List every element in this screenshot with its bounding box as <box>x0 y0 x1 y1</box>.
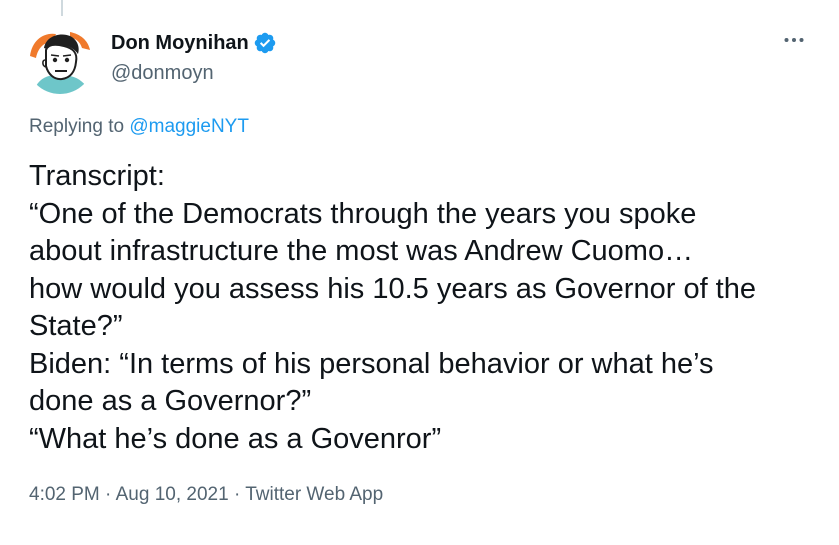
more-horizontal-icon[interactable] <box>782 32 806 48</box>
tweet-text-line: Transcript: <box>29 160 165 192</box>
tweet-time-link[interactable]: 4:02 PM <box>29 484 100 505</box>
tweet-text-line: done as a Governor?” <box>29 385 312 417</box>
tweet-text-line: how would you assess his 10.5 years as G… <box>29 272 756 305</box>
tweet-text-line: State?” <box>29 310 123 342</box>
avatar[interactable] <box>26 26 94 94</box>
replying-to-prefix: Replying to <box>29 116 125 137</box>
tweet: Don Moynihan @donmoyn Replying to @maggi… <box>0 0 839 545</box>
reply-mention-link[interactable]: @maggieNYT <box>129 116 249 137</box>
tweet-text-line: about infrastructure the most was Andrew… <box>29 235 694 267</box>
display-name[interactable]: Don Moynihan <box>111 30 249 56</box>
cartoon-face-avatar-icon <box>26 26 94 94</box>
author-block: Don Moynihan @donmoyn <box>111 30 277 86</box>
tweet-text-line: “One of the Democrats through the years … <box>29 197 697 230</box>
replying-to: Replying to @maggieNYT <box>29 115 249 139</box>
tweet-date-link[interactable]: Aug 10, 2021 <box>116 484 229 505</box>
tweet-source-link[interactable]: Twitter Web App <box>245 484 383 505</box>
meta-separator: · <box>233 484 241 505</box>
tweet-text-line: Biden: “In terms of his personal behavio… <box>29 347 714 380</box>
tweet-text: Transcript: “One of the Democrats throug… <box>29 158 819 458</box>
meta-separator: · <box>105 484 112 505</box>
tweet-meta: 4:02 PM · Aug 10, 2021 · Twitter Web App <box>29 483 383 507</box>
verified-badge-icon <box>254 32 276 54</box>
tweet-text-line: “What he’s done as a Govenror” <box>29 422 442 455</box>
author-handle[interactable]: @donmoyn <box>111 60 277 86</box>
display-name-row: Don Moynihan <box>111 30 277 56</box>
